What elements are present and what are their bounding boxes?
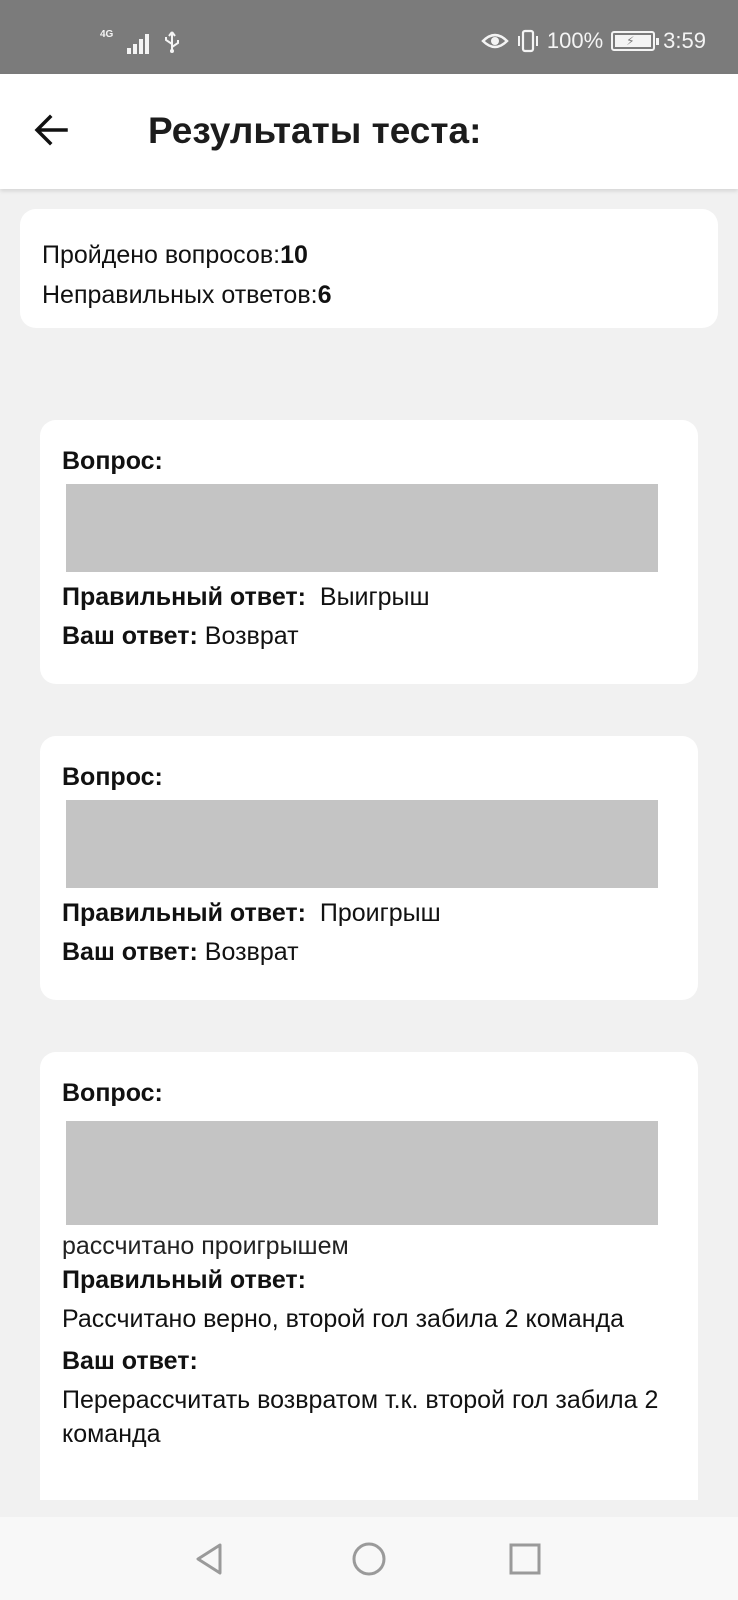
your-answer-label: Ваш ответ: [62,1347,198,1375]
redacted-question-block [66,484,658,572]
correct-answer-row: Правильный ответ: Выигрыш [62,578,676,617]
your-answer-row: Ваш ответ: Возврат [62,933,676,972]
arrow-left-icon [34,114,68,146]
wrong-value: 6 [317,281,332,309]
correct-answer-value: Проигрыш [319,899,441,927]
result-card: Вопрос: Правильный ответ: Выигрыш Ваш от… [40,420,698,684]
passed-label: Пройдено вопросов: [42,241,281,269]
your-answer-row: Ваш ответ: Возврат [62,617,676,656]
question-label: Вопрос: [62,1079,163,1107]
correct-answer-row: Правильный ответ: Проигрыш [62,894,676,933]
vibrate-icon [517,29,538,53]
status-time: 3:59 [663,28,706,53]
correct-answer-value: Рассчитано верно, второй гол забила 2 ко… [62,1305,625,1333]
correct-answer-label: Правильный ответ: [62,899,306,927]
network-type: 4G [100,29,114,40]
passed-row: Пройдено вопросов:10 [42,235,696,275]
summary-card: Пройдено вопросов:10 Неправильных ответо… [20,209,718,328]
correct-answer-value: Выигрыш [319,583,430,611]
status-bar: 4G 100% ⚡ 3:59 [0,0,738,74]
eye-icon [481,33,509,49]
wrong-row: Неправильных ответов:6 [42,275,696,315]
correct-answer-label: Правильный ответ: [62,1266,306,1294]
usb-icon [165,31,180,53]
home-circle-icon [352,1542,386,1576]
battery-charging-icon: ⚡ [611,31,660,51]
recents-square-icon [509,1543,541,1575]
passed-value: 10 [280,241,308,269]
correct-answer-label: Правильный ответ: [62,583,306,611]
battery-percent: 100% [546,28,604,53]
redacted-question-block [66,800,658,888]
back-button[interactable] [30,108,74,152]
signal-icon [127,32,150,54]
app-bar: Результаты теста: [0,74,738,189]
your-answer-label: Ваш ответ: [62,938,198,966]
your-answer-value: Перерассчитать возвратом т.к. второй гол… [62,1386,659,1448]
redacted-question-block [66,1121,658,1225]
question-label: Вопрос: [62,447,163,475]
question-label: Вопрос: [62,763,163,791]
your-answer-value: Возврат [204,622,299,650]
nav-recents-button[interactable] [501,1535,549,1583]
navigation-bar [0,1517,738,1600]
your-answer-value: Возврат [204,938,299,966]
your-answer-label: Ваш ответ: [62,622,198,650]
question-text-tail: рассчитано проигрышем [62,1232,349,1260]
result-card: Вопрос: Правильный ответ: Проигрыш Ваш о… [40,736,698,1000]
page-title: Результаты теста: [148,110,482,151]
back-triangle-icon [196,1543,222,1575]
wrong-label: Неправильных ответов: [42,281,318,309]
nav-back-button[interactable] [186,1535,234,1583]
nav-home-button[interactable] [345,1535,393,1583]
result-card: Вопрос: рассчитано проигрышем Правильный… [40,1052,698,1500]
